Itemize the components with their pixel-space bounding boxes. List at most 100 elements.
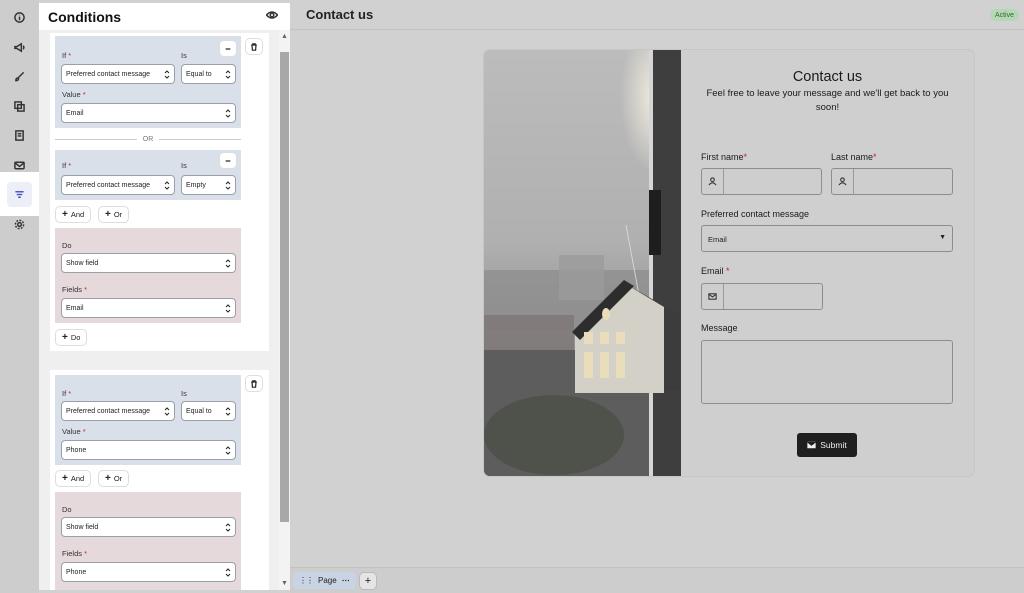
value-select[interactable]: Phone [61,440,236,460]
add-and-button[interactable]: + And [56,207,91,222]
condition-group-1: If * Is Preferred contact message Equal … [50,33,269,351]
if-field-select[interactable]: Preferred contact message [61,64,175,84]
if-field-select[interactable]: Preferred contact message [61,175,175,195]
more-icon[interactable]: ⋯ [342,576,350,585]
form-subtitle: Feel free to leave your message and we'l… [706,88,949,113]
form-cover-image [484,50,681,476]
layers-icon[interactable] [7,94,32,119]
delete-group-button[interactable] [246,39,262,54]
filter-icon[interactable] [7,182,32,207]
scroll-down-icon[interactable]: ▼ [281,580,288,587]
status-badge: Active [989,9,1019,21]
fields-label: Fields * [62,285,88,294]
conditions-list: If * Is Preferred contact message Equal … [39,30,279,590]
chevron-updown-icon [164,407,170,416]
email-label: Email * [701,266,730,276]
add-or-button[interactable]: + Or [99,471,129,486]
gear-icon[interactable] [7,212,32,237]
conditions-panel: Conditions If * Is Preferred contact mes… [39,3,290,590]
add-or-button[interactable]: + Or [99,207,129,222]
is-label: Is [181,161,187,170]
operator-select[interactable]: Empty [181,175,236,195]
chevron-updown-icon [225,523,231,532]
scrollbar-thumb[interactable] [280,52,289,522]
do-label: Do [62,505,72,514]
email-input[interactable] [701,283,823,310]
action-select[interactable]: Show field [61,253,236,273]
or-separator: OR [55,133,241,145]
do-block-1: Do Show field Fields * Email [55,228,241,323]
last-name-label: Last name* [831,152,877,162]
if-label: If * [62,389,72,398]
add-do-button[interactable]: + Do [56,330,87,345]
form-icon[interactable] [7,123,32,148]
fields-select[interactable]: Phone [61,562,236,582]
value-select[interactable]: Email [61,103,236,123]
fields-label: Fields * [62,549,88,558]
delete-group-button[interactable] [246,376,262,391]
fields-select[interactable]: Email [61,298,236,318]
message-label: Message [701,323,738,333]
caret-down-icon: ▼ [939,234,946,241]
is-label: Is [181,51,187,60]
condition-group-2: If * Is Preferred contact message Equal … [50,370,269,590]
is-label: Is [181,389,187,398]
if-label: If * [62,51,72,60]
if-block-1: If * Is Preferred contact message Equal … [55,36,241,128]
form-title: Contact us [792,69,863,85]
chevron-updown-icon [225,70,231,79]
panel-title: Conditions [48,8,122,25]
eye-icon[interactable] [265,8,279,26]
megaphone-icon[interactable] [7,35,32,60]
top-bar: Contact us Active [290,0,1024,30]
remove-condition-button[interactable] [220,153,236,168]
add-and-button[interactable]: + And [56,471,91,486]
info-icon[interactable] [7,5,32,30]
panel-header: Conditions [39,3,290,30]
operator-select[interactable]: Equal to [181,64,236,84]
chevron-updown-icon [225,446,231,455]
chevron-updown-icon [225,259,231,268]
action-select[interactable]: Show field [61,517,236,537]
page-tab[interactable]: ⋮⋮ Page ⋯ [293,572,356,589]
rail-active-highlight [0,172,39,216]
value-label: Value * [62,90,86,99]
submit-button[interactable]: Submit [797,433,857,457]
chevron-updown-icon [225,568,231,577]
brush-icon[interactable] [7,64,32,89]
preferred-contact-select[interactable]: Email ▼ [701,225,953,252]
first-name-input[interactable] [701,168,822,195]
chevron-updown-icon [164,70,170,79]
panel-scrollbar[interactable]: ▲ ▼ [279,30,290,590]
add-page-button[interactable]: + [360,573,376,589]
if-field-select[interactable]: Preferred contact message [61,401,175,421]
do-block-2: Do Show field Fields * Phone [55,492,241,590]
icon-rail [0,0,39,593]
drag-handle-icon[interactable]: ⋮⋮ [299,576,314,585]
page-title: Contact us [306,7,374,22]
message-textarea[interactable] [701,340,953,404]
user-icon [702,169,724,194]
chevron-updown-icon [225,181,231,190]
if-block-3: If * Is Preferred contact message Equal … [55,375,241,465]
do-label: Do [62,241,72,250]
if-block-2: If * Is Preferred contact message Empty [55,150,241,200]
remove-condition-button[interactable] [220,41,236,56]
last-name-input[interactable] [831,168,953,195]
chevron-updown-icon [225,109,231,118]
operator-select[interactable]: Equal to [181,401,236,421]
mail-icon [702,284,724,309]
form-preview: Contact us Feel free to leave your messa… [484,50,974,476]
scroll-up-icon[interactable]: ▲ [281,33,288,40]
if-label: If * [62,161,72,170]
first-name-label: First name* [701,152,748,162]
value-label: Value * [62,427,86,436]
user-icon [832,169,854,194]
chevron-updown-icon [225,407,231,416]
preferred-contact-label: Preferred contact message [701,209,810,219]
bottom-bar: ⋮⋮ Page ⋯ + [290,567,1024,593]
envelope-icon [807,441,817,449]
preferred-contact-value: Email [708,235,727,244]
chevron-updown-icon [164,181,170,190]
chevron-updown-icon [225,304,231,313]
